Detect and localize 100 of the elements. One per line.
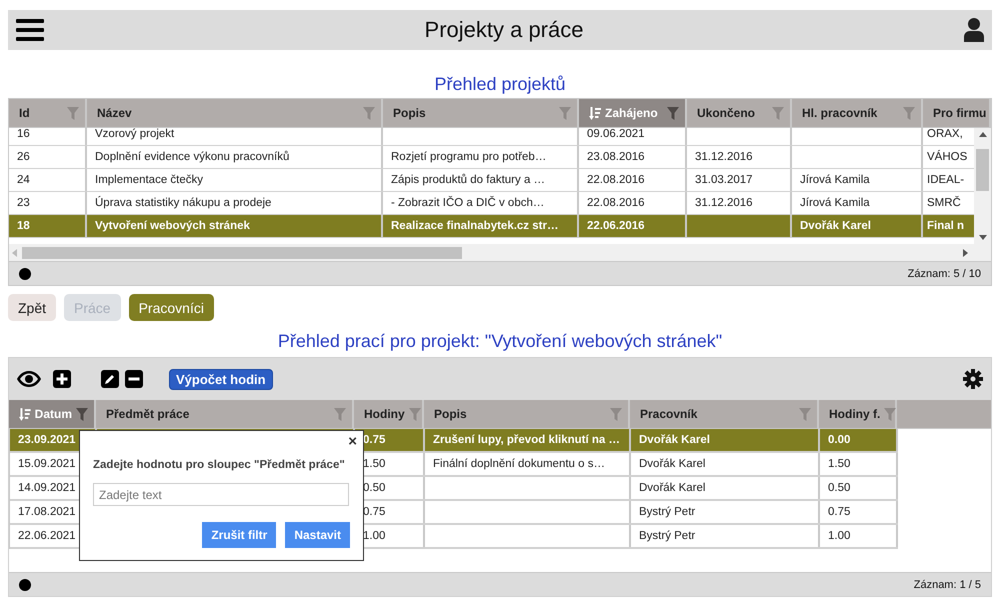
table-cell: 22.08.2016 [587,197,645,209]
view-button[interactable]: Pracovníci [128,294,214,321]
filter-icon[interactable] [363,106,375,120]
table-cell: 22.06.2016 [587,220,645,232]
table-cell: Dvořák Karel [639,458,706,470]
table-cell: Implementace čtečky [95,174,204,186]
filter-icon[interactable] [408,408,421,420]
filter-label: Zadejte hodnotu pro sloupec "Předmět práce" [93,458,346,473]
vertical-scrollbar[interactable] [974,128,991,244]
table-cell: Vzorový projekt [95,128,174,140]
filter-icon[interactable] [334,408,346,420]
table-cell: Rozjetí programu pro potřeb… [391,151,546,163]
table-cell: 0.50 [363,482,386,494]
scroll-left-icon[interactable] [12,248,18,256]
table-cell: 1.50 [828,458,850,470]
table-cell: 15.09.2021 [18,458,76,470]
column-header[interactable]: Hl. pracovník [792,99,923,127]
filter-icon[interactable] [884,408,896,420]
calculate-button[interactable]: Výpočet hodin [169,368,273,390]
section-title: Přehled projektů [433,73,567,96]
table-cell: 23 [17,197,30,209]
dot-icon [19,578,31,590]
table-cell: IDEAL- [927,174,964,186]
edit-icon[interactable] [101,370,119,388]
table-cell: 1.00 [363,530,386,542]
record-counter: Záznam: 5 / 10 [908,268,981,280]
table-cell: Dvořák Karel [800,220,871,232]
table-cell: VÁHOS [927,151,968,163]
app-title: Projekty a práce [424,17,584,43]
column-header[interactable]: Ukončeno [687,99,792,127]
filter-icon[interactable] [772,106,784,120]
horizontal-scrollbar[interactable] [9,244,991,261]
user-icon[interactable] [964,18,984,42]
table-cell: 17.08.2021 [18,506,76,518]
menu-icon[interactable] [16,19,44,41]
settings-icon[interactable] [963,369,983,389]
table-cell: 0.75 [363,506,386,518]
table-cell: 1.00 [828,530,850,542]
table-cell: 0.75 [363,434,386,446]
table-cell: 0.50 [828,482,850,494]
table-cell: Bystrý Petr [639,530,696,542]
table-cell: 23.09.2021 [18,434,76,446]
table-cell: Zápis produktů do faktury a … [391,174,546,186]
section-title: Přehled prací pro projekt: "Vytvoření webových stránek" [276,330,724,353]
table-cell: 0.00 [828,434,850,446]
column-header[interactable]: Id [9,99,87,127]
table-cell: 0.75 [828,506,850,518]
table-cell: 31.03.2017 [695,174,753,186]
table-cell: - Zobrazit IČO a DIČ v obch… [391,197,544,209]
table-cell: 16 [17,128,30,140]
table-cell: ORAX, [927,128,963,140]
table-cell: Realizace finalnabytek.cz str… [391,220,558,232]
table-cell: 31.12.2016 [695,197,753,209]
table-cell: 22.06.2021 [18,530,76,542]
table-cell: Finální doplnění dokumentu o s… [433,458,605,470]
table-cell: 1.50 [363,458,386,470]
sort-icon[interactable] [589,106,601,120]
filter-icon[interactable] [903,106,915,120]
filter-icon[interactable] [610,408,622,420]
table-cell: Dvořák Karel [639,482,706,494]
table-cell: 24 [17,174,30,186]
back-button[interactable]: Zpět [8,294,56,321]
table-cell: Bystrý Petr [639,506,696,518]
table-cell: 22.08.2016 [587,174,645,186]
table-cell: 31.12.2016 [695,151,753,163]
table-cell: SMRČ [927,197,961,209]
eye-icon[interactable] [17,371,41,387]
close-button[interactable]: × [348,434,357,450]
filter-input[interactable]: Zadejte text [93,483,349,506]
table-row[interactable]: 24 Implementace čtečky Zápis produktů do faktury a … 22.08.2016 31.03.2017 Jírová Kamila IDEAL- [9,169,974,192]
table-cell: Dvořák Karel [639,434,710,446]
scroll-right-icon[interactable] [962,248,968,256]
table-row[interactable]: 18 Vytvoření webových stránek Realizace finalnabytek.cz str… 22.06.2016 Dvořák Karel Final n [9,215,974,238]
scroll-up-icon[interactable] [978,132,986,138]
scroll-down-icon[interactable] [978,234,986,240]
table-cell: 26 [17,151,30,163]
table-cell: 23.08.2016 [587,151,645,163]
table-cell: 14.09.2021 [18,482,76,494]
table-cell: 09.06.2021 [587,128,645,140]
filter-icon[interactable] [799,408,811,420]
table-row[interactable]: 26 Doplnění evidence výkonu pracovníků Rozjetí programu pro potřeb… 23.08.2016 31.12.2016 VÁHOS [9,146,974,169]
table-cell: Vytvoření webových stránek [95,220,250,232]
add-icon[interactable] [53,370,71,388]
table-cell: Zrušení lupy, převod kliknutí na … [433,434,620,446]
column-header[interactable]: Název [87,99,383,127]
table-cell: Jírová Kamila [800,174,870,186]
table-row[interactable]: 16 Vzorový projekt 09.06.2021 ORAX, [9,128,974,146]
remove-icon[interactable] [125,370,143,388]
table-cell: Final n [927,220,964,232]
filter-icon[interactable] [76,408,88,420]
table-cell: Jírová Kamila [800,197,870,209]
filter-icon[interactable] [559,106,571,120]
table-cell: Doplnění evidence výkonu pracovníků [95,151,290,163]
table-cell: Úprava statistiky nákupu a prodeje [95,197,272,209]
dot-icon [19,268,31,280]
sort-icon[interactable] [19,408,31,420]
filter-icon[interactable] [67,106,79,120]
record-counter: Záznam: 1 / 5 [914,578,981,590]
filter-icon[interactable] [667,106,679,120]
table-cell: 18 [17,220,30,232]
